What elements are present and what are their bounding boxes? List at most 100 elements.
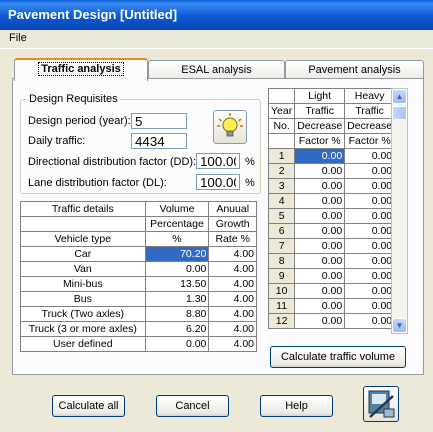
table-row: Car 70.20 4.00 [20, 246, 257, 262]
daily-traffic-label: Daily traffic: [28, 135, 86, 147]
table-row: 10 0.00 0.00 [268, 283, 391, 299]
lightbulb-button[interactable] [213, 110, 247, 144]
chevron-down-icon: ▼ [395, 321, 404, 330]
table-row: 6 0.00 0.00 [268, 223, 391, 239]
dd-input[interactable] [196, 153, 240, 169]
scroll-down-button[interactable]: ▼ [392, 318, 407, 333]
header-cell [20, 216, 146, 232]
heavy-factor-cell[interactable]: 0.00 [344, 313, 391, 329]
heavy-factor-cell[interactable]: 0.00 [344, 178, 391, 194]
table-row: Van 0.00 4.00 [20, 261, 257, 277]
menu-bar: File [0, 30, 433, 49]
year-cell: 12 [268, 313, 296, 329]
help-button[interactable]: Help [260, 395, 333, 417]
heavy-factor-cell[interactable]: 0.00 [344, 298, 391, 314]
year-cell: 7 [268, 238, 296, 254]
title-bar: Pavement Design [Untitled] [0, 0, 433, 30]
heavy-factor-cell[interactable]: 0.00 [344, 283, 391, 299]
vehicle-type-cell: Van [20, 261, 146, 277]
table-row: Truck (3 or more axles) 6.20 4.00 [20, 321, 257, 337]
growth-cell[interactable]: 4.00 [208, 306, 257, 322]
table-row: Bus 1.30 4.00 [20, 291, 257, 307]
design-period-input[interactable] [131, 113, 187, 129]
volume-cell[interactable]: 8.80 [144, 306, 210, 322]
light-factor-cell[interactable]: 0.00 [294, 223, 346, 239]
tab-esal-analysis-label: ESAL analysis [181, 64, 252, 76]
header-cell: Traffic [344, 103, 391, 119]
growth-cell[interactable]: 4.00 [208, 321, 257, 337]
growth-header-row-2: Year Traffic Traffic [268, 103, 391, 119]
header-cell: Year [268, 103, 296, 119]
light-factor-cell[interactable]: 0.00 [294, 193, 346, 209]
light-factor-cell[interactable]: 0.00 [294, 268, 346, 284]
table-row: Truck (Two axles) 8.80 4.00 [20, 306, 257, 322]
tab-pavement-analysis-label: Pavement analysis [308, 64, 401, 76]
scroll-thumb[interactable] [392, 106, 407, 120]
dl-input[interactable] [196, 174, 240, 190]
light-factor-cell[interactable]: 0.00 [294, 208, 346, 224]
tab-pavement-analysis[interactable]: Pavement analysis [285, 60, 424, 79]
heavy-factor-cell[interactable]: 0.00 [344, 223, 391, 239]
heavy-factor-cell[interactable]: 0.00 [344, 253, 391, 269]
year-cell: 9 [268, 268, 296, 284]
growth-cell[interactable]: 4.00 [208, 276, 257, 292]
header-cell: Decrease [344, 118, 391, 134]
growth-cell[interactable]: 4.00 [208, 261, 257, 277]
cancel-button[interactable]: Cancel [156, 395, 229, 417]
heavy-factor-cell[interactable]: 0.00 [344, 238, 391, 254]
window-title: Pavement Design [Untitled] [8, 7, 178, 22]
table-row: 3 0.00 0.00 [268, 178, 391, 194]
header-cell: Percentage [144, 216, 210, 232]
table-row: 8 0.00 0.00 [268, 253, 391, 269]
growth-cell[interactable]: 4.00 [208, 246, 257, 262]
table-row: Mini-bus 13.50 4.00 [20, 276, 257, 292]
light-factor-cell[interactable]: 0.00 [294, 163, 346, 179]
light-factor-cell[interactable]: 0.00 [294, 253, 346, 269]
growth-table-scrollbar[interactable]: ▲ ▼ [391, 88, 408, 334]
growth-factor-table-wrap: Light Heavy Year Traffic Traffic No. Dec… [268, 88, 391, 334]
growth-cell[interactable]: 4.00 [208, 291, 257, 307]
table-row: 11 0.00 0.00 [268, 298, 391, 314]
calculate-all-button[interactable]: Calculate all [52, 395, 125, 417]
menu-file[interactable]: File [9, 32, 27, 44]
growth-header-row-1: Light Heavy [268, 88, 391, 104]
volume-cell[interactable]: 13.50 [144, 276, 210, 292]
traffic-header-row-1: Traffic details Volume Anuual [20, 201, 257, 217]
growth-header-row-4: Factor % Factor % [268, 133, 391, 149]
light-factor-cell[interactable]: 0.00 [294, 283, 346, 299]
year-cell: 10 [268, 283, 296, 299]
print-button[interactable] [363, 386, 399, 422]
heavy-factor-cell[interactable]: 0.00 [344, 163, 391, 179]
volume-cell[interactable]: 0.00 [144, 261, 210, 277]
heavy-factor-cell[interactable]: 0.00 [344, 268, 391, 284]
growth-cell[interactable]: 4.00 [208, 336, 257, 352]
design-period-label: Design period (year): [28, 115, 131, 127]
heavy-factor-cell[interactable]: 0.00 [344, 148, 391, 164]
vehicle-type-cell: Bus [20, 291, 146, 307]
table-row: User defined 0.00 4.00 [20, 336, 257, 352]
tab-esal-analysis[interactable]: ESAL analysis [148, 60, 285, 79]
dd-label: Directional distribution factor (DD): [28, 156, 197, 168]
header-cell: Factor % [344, 133, 391, 149]
volume-cell[interactable]: 1.30 [144, 291, 210, 307]
traffic-header-row-2: Percentage Growth [20, 216, 257, 232]
scroll-up-button[interactable]: ▲ [392, 89, 407, 104]
header-cell: Factor % [294, 133, 346, 149]
light-factor-cell[interactable]: 0.00 [294, 298, 346, 314]
table-row: 2 0.00 0.00 [268, 163, 391, 179]
volume-cell[interactable]: 0.00 [144, 336, 210, 352]
table-row: 4 0.00 0.00 [268, 193, 391, 209]
light-factor-cell[interactable]: 0.00 [294, 178, 346, 194]
tab-traffic-analysis[interactable]: Traffic analysis [14, 58, 148, 81]
volume-cell[interactable]: 70.20 [144, 246, 210, 262]
heavy-factor-cell[interactable]: 0.00 [344, 193, 391, 209]
calculate-traffic-volume-button[interactable]: Calculate traffic volume [270, 346, 406, 368]
heavy-factor-cell[interactable]: 0.00 [344, 208, 391, 224]
header-cell: Anuual [208, 201, 257, 217]
light-factor-cell[interactable]: 0.00 [294, 313, 346, 329]
daily-traffic-input[interactable] [131, 133, 187, 149]
year-cell: 8 [268, 253, 296, 269]
volume-cell[interactable]: 6.20 [144, 321, 210, 337]
light-factor-cell[interactable]: 0.00 [294, 238, 346, 254]
light-factor-cell[interactable]: 0.00 [294, 148, 346, 164]
